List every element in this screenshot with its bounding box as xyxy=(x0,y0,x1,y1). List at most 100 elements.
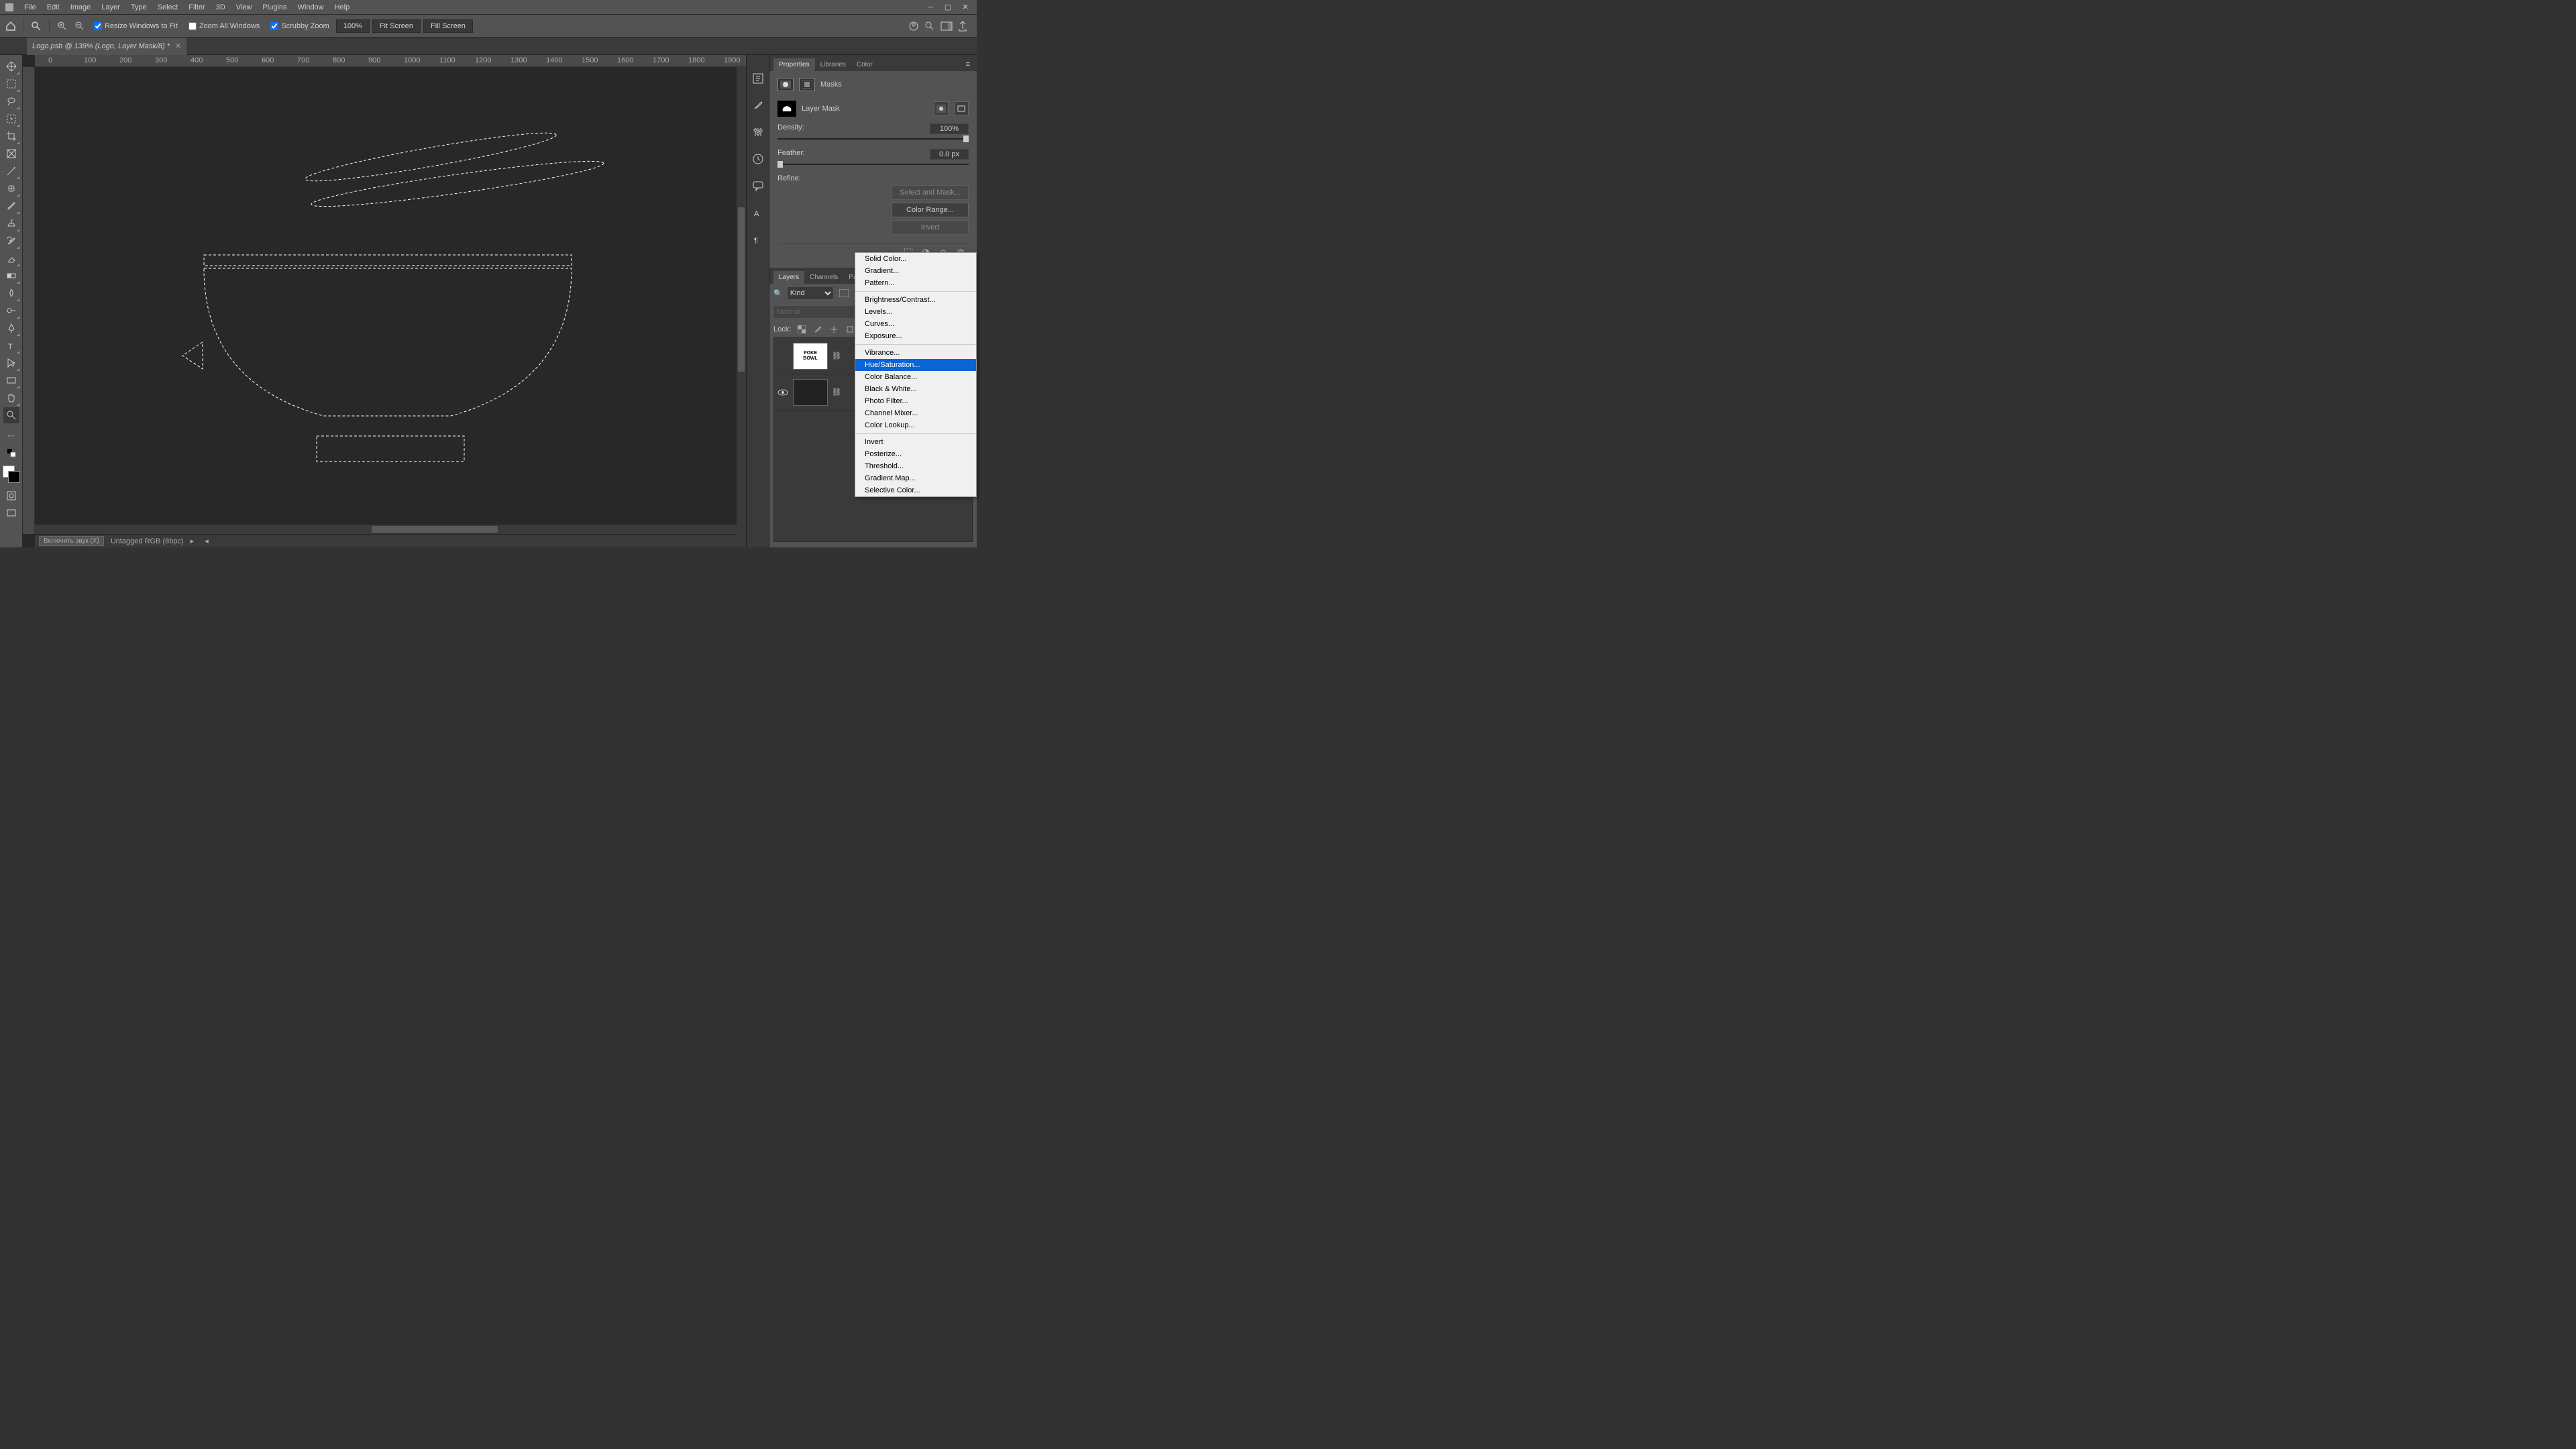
layer-mask-thumb[interactable] xyxy=(777,101,796,117)
adj-menu-item[interactable]: Gradient... xyxy=(855,265,976,277)
workspace-switcher[interactable] xyxy=(941,21,953,31)
link-icon[interactable]: ⛓ xyxy=(832,388,840,396)
crop-tool[interactable] xyxy=(3,128,19,144)
window-close-button[interactable]: ✕ xyxy=(957,1,974,14)
filter-pixel-icon[interactable] xyxy=(838,287,850,299)
rectangle-tool[interactable] xyxy=(3,372,19,388)
filter-search-icon[interactable]: 🔍 xyxy=(773,289,783,298)
resize-windows-checkbox[interactable]: Resize Windows to Fit xyxy=(90,22,182,30)
adj-menu-item[interactable]: Photo Filter... xyxy=(855,395,976,407)
tab-properties[interactable]: Properties xyxy=(773,58,815,71)
adj-menu-item[interactable]: Exposure... xyxy=(855,330,976,342)
ruler-horizontal[interactable]: 0100200300400500600700800900100011001200… xyxy=(35,55,746,67)
layer-thumb[interactable] xyxy=(793,379,828,406)
quick-mask-icon[interactable] xyxy=(5,489,18,502)
menu-help[interactable]: Help xyxy=(329,3,356,11)
density-value[interactable]: 100% xyxy=(930,123,969,134)
density-slider[interactable] xyxy=(777,138,969,140)
status-prev-icon[interactable]: ◂ xyxy=(205,537,209,545)
color-swatches[interactable] xyxy=(3,466,20,483)
tab-libraries[interactable]: Libraries xyxy=(815,58,851,71)
dodge-tool[interactable] xyxy=(3,303,19,319)
move-tool[interactable] xyxy=(3,58,19,74)
menu-window[interactable]: Window xyxy=(292,3,329,11)
color-range-button[interactable]: Color Range... xyxy=(892,203,969,217)
history-panel-icon[interactable] xyxy=(751,71,765,86)
panel-menu-icon[interactable]: ≡ xyxy=(963,58,973,71)
visibility-toggle[interactable] xyxy=(777,386,789,398)
link-icon[interactable]: ⛓ xyxy=(832,352,840,360)
marquee-tool[interactable] xyxy=(3,76,19,92)
character-panel-icon[interactable]: A xyxy=(751,205,765,220)
canvas[interactable] xyxy=(35,67,746,534)
menu-file[interactable]: File xyxy=(19,3,42,11)
document-tab[interactable]: Logo.psb @ 139% (Logo, Layer Mask/8) * ✕ xyxy=(27,38,186,55)
cloud-account-icon[interactable] xyxy=(908,21,919,32)
adj-menu-item[interactable]: Black & White... xyxy=(855,383,976,395)
adj-menu-item[interactable]: Brightness/Contrast... xyxy=(855,294,976,306)
pen-tool[interactable] xyxy=(3,320,19,336)
adj-menu-item[interactable]: Invert xyxy=(855,436,976,448)
feather-value[interactable]: 0.0 px xyxy=(930,149,969,160)
window-maximize-button[interactable]: ▢ xyxy=(939,1,957,14)
eyedropper-tool[interactable] xyxy=(3,163,19,179)
status-chevron-icon[interactable]: ▸ xyxy=(191,537,195,545)
adj-menu-item[interactable]: Curves... xyxy=(855,318,976,330)
vector-mask-icon[interactable] xyxy=(799,78,815,91)
status-zoom-field[interactable]: Включить звук (X) xyxy=(39,536,104,546)
type-tool[interactable]: T xyxy=(3,337,19,354)
close-tab-icon[interactable]: ✕ xyxy=(175,42,181,50)
hand-tool[interactable] xyxy=(3,390,19,406)
menu-type[interactable]: Type xyxy=(125,3,152,11)
adj-menu-item[interactable]: Solid Color... xyxy=(855,253,976,265)
layer-thumb[interactable]: POKEBOWL xyxy=(793,343,828,370)
menu-edit[interactable]: Edit xyxy=(42,3,65,11)
window-minimize-button[interactable]: ─ xyxy=(922,1,939,14)
path-select-tool[interactable] xyxy=(3,355,19,371)
select-and-mask-button[interactable]: Select and Mask... xyxy=(892,185,969,200)
adj-menu-item[interactable]: Hue/Saturation... xyxy=(855,359,976,371)
adj-menu-item[interactable]: Channel Mixer... xyxy=(855,407,976,419)
menu-3d[interactable]: 3D xyxy=(211,3,231,11)
paragraph-panel-icon[interactable]: ¶ xyxy=(751,232,765,247)
screen-mode-icon[interactable] xyxy=(5,506,18,520)
zoom-in-button[interactable] xyxy=(55,19,70,34)
tab-channels[interactable]: Channels xyxy=(804,271,843,284)
adj-menu-item[interactable]: Levels... xyxy=(855,306,976,318)
adjustments-panel-icon[interactable] xyxy=(751,125,765,140)
menu-view[interactable]: View xyxy=(231,3,258,11)
search-icon[interactable] xyxy=(924,21,935,32)
menu-layer[interactable]: Layer xyxy=(96,3,125,11)
tab-color[interactable]: Color xyxy=(851,58,878,71)
filter-kind-select[interactable]: Kind xyxy=(787,286,834,300)
frame-tool[interactable] xyxy=(3,146,19,162)
lock-image-icon[interactable] xyxy=(812,324,823,335)
history-brush-tool[interactable] xyxy=(3,233,19,249)
adj-menu-item[interactable]: Gradient Map... xyxy=(855,472,976,484)
scrubby-zoom-checkbox[interactable]: Scrubby Zoom xyxy=(266,22,333,30)
clock-panel-icon[interactable] xyxy=(751,152,765,166)
invert-button[interactable]: Invert xyxy=(892,220,969,235)
menu-select[interactable]: Select xyxy=(152,3,184,11)
lock-artboard-icon[interactable] xyxy=(845,324,855,335)
share-icon[interactable] xyxy=(958,21,967,32)
brushes-panel-icon[interactable] xyxy=(751,98,765,113)
add-pixel-mask-button[interactable] xyxy=(934,101,949,116)
comments-panel-icon[interactable] xyxy=(751,178,765,193)
fill-screen-button[interactable]: Fill Screen xyxy=(423,19,473,33)
clone-stamp-tool[interactable] xyxy=(3,215,19,231)
add-vector-mask-button[interactable] xyxy=(954,101,969,116)
eraser-tool[interactable] xyxy=(3,250,19,266)
adj-menu-item[interactable]: Threshold... xyxy=(855,460,976,472)
menu-filter[interactable]: Filter xyxy=(183,3,210,11)
default-colors-icon[interactable] xyxy=(5,446,18,460)
healing-brush-tool[interactable] xyxy=(3,180,19,197)
zoom-all-checkbox[interactable]: Zoom All Windows xyxy=(184,22,264,30)
home-button[interactable] xyxy=(4,19,17,33)
pixel-mask-icon[interactable] xyxy=(777,78,794,91)
adj-menu-item[interactable]: Selective Color... xyxy=(855,484,976,496)
vertical-scrollbar[interactable] xyxy=(737,67,746,535)
lock-position-icon[interactable] xyxy=(828,324,839,335)
tab-layers[interactable]: Layers xyxy=(773,271,804,284)
gradient-tool[interactable] xyxy=(3,268,19,284)
